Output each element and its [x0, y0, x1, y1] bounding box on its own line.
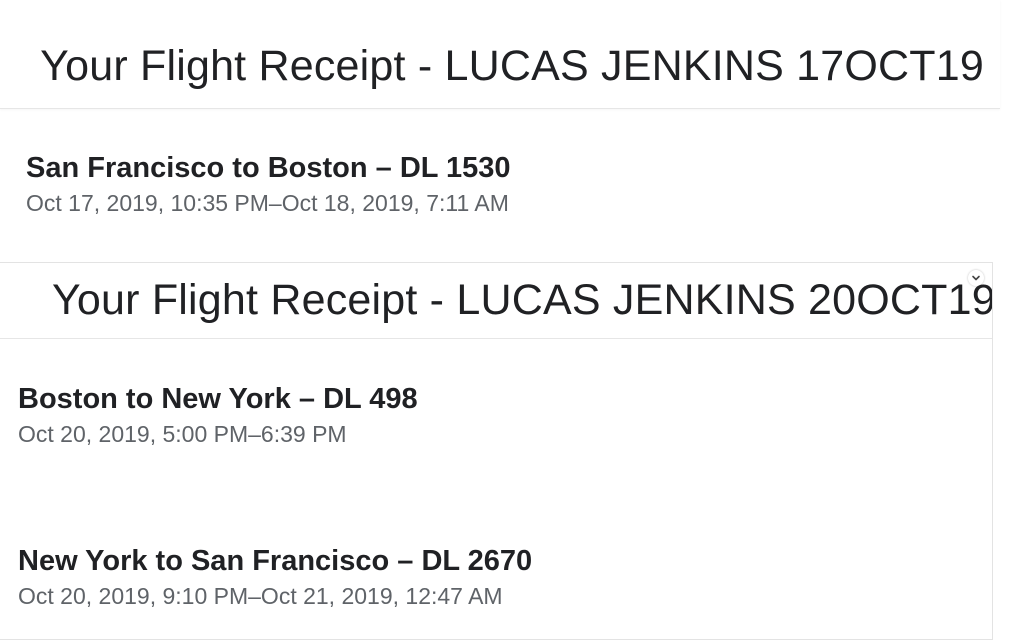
- receipt-header: Your Flight Receipt - LUCAS JENKINS 20OC…: [0, 263, 992, 339]
- receipt-card-20oct19[interactable]: Your Flight Receipt - LUCAS JENKINS 20OC…: [0, 262, 993, 640]
- flight-row[interactable]: San Francisco to Boston – DL 1530 Oct 17…: [26, 150, 511, 218]
- flight-times: Oct 20, 2019, 5:00 PM–6:39 PM: [18, 421, 347, 447]
- flight-times: Oct 17, 2019, 10:35 PM–Oct 18, 2019, 7:1…: [26, 190, 509, 216]
- flight-row[interactable]: New York to San Francisco – DL 2670 Oct …: [18, 543, 532, 611]
- flight-route: Boston to New York – DL 498: [18, 383, 418, 415]
- receipt-header: Your Flight Receipt - LUCAS JENKINS 17OC…: [0, 0, 1000, 109]
- receipt-title: Your Flight Receipt - LUCAS JENKINS 20OC…: [52, 276, 992, 324]
- receipts-view: Your Flight Receipt - LUCAS JENKINS 17OC…: [0, 0, 1012, 640]
- flight-route: San Francisco to Boston – DL 1530: [26, 152, 511, 184]
- flight-times: Oct 20, 2019, 9:10 PM–Oct 21, 2019, 12:4…: [18, 583, 503, 609]
- receipt-card-17oct19[interactable]: Your Flight Receipt - LUCAS JENKINS 17OC…: [0, 0, 1000, 258]
- flight-row[interactable]: Boston to New York – DL 498 Oct 20, 2019…: [18, 381, 418, 449]
- flight-route: New York to San Francisco – DL 2670: [18, 545, 533, 577]
- chevron-down-icon[interactable]: [968, 270, 984, 286]
- receipt-title: Your Flight Receipt - LUCAS JENKINS 17OC…: [40, 42, 984, 90]
